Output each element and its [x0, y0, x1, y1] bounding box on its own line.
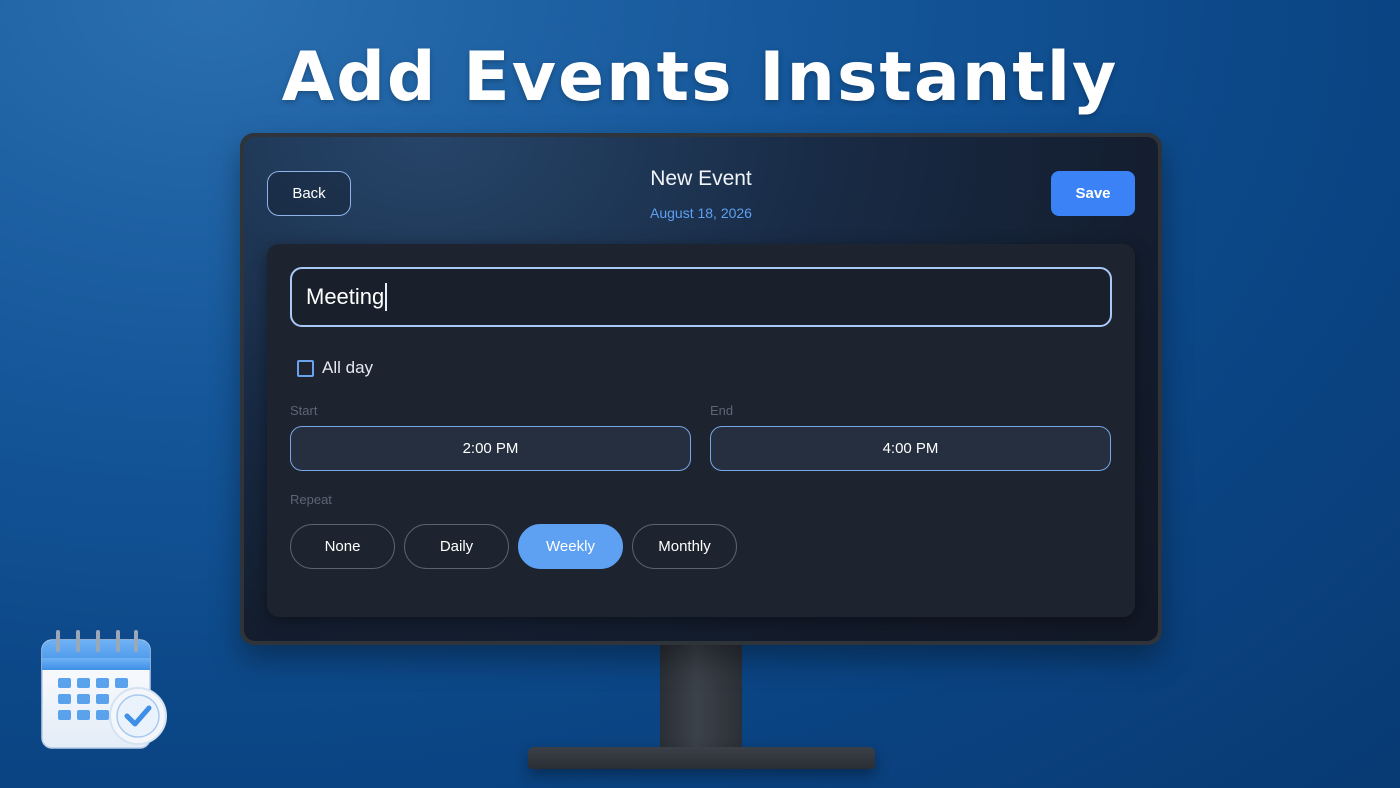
event-title-input[interactable]: Meeting	[290, 267, 1112, 327]
repeat-option-daily[interactable]: Daily	[404, 524, 509, 569]
all-day-checkbox[interactable]	[297, 359, 314, 377]
all-day-toggle[interactable]: All day	[297, 358, 373, 378]
text-caret	[385, 283, 388, 311]
repeat-option-none[interactable]: None	[290, 524, 395, 569]
repeat-option-monthly[interactable]: Monthly	[632, 524, 737, 569]
save-button[interactable]: Save	[1051, 171, 1135, 216]
repeat-options: None Daily Weekly Monthly	[290, 524, 737, 569]
end-label: End	[710, 403, 734, 418]
event-date: August 18, 2026	[650, 205, 752, 221]
monitor-stand-neck	[660, 640, 742, 758]
start-time-button[interactable]: 2:00 PM	[290, 426, 691, 471]
monitor-stand-base	[528, 747, 875, 769]
start-label: Start	[290, 403, 318, 418]
monitor-frame: Back New Event August 18, 2026 Save Meet…	[240, 133, 1162, 645]
page-title: New Event	[650, 167, 752, 190]
end-time-button[interactable]: 4:00 PM	[710, 426, 1111, 471]
monitor-screen: Back New Event August 18, 2026 Save Meet…	[244, 137, 1158, 641]
event-form-card: Meeting All day Start End 2:00 PM 4:00 P…	[267, 244, 1135, 617]
repeat-option-weekly[interactable]: Weekly	[518, 524, 623, 569]
all-day-label: All day	[322, 358, 374, 377]
event-title-value: Meeting	[306, 284, 385, 309]
headline: Add Events Instantly	[281, 38, 1119, 117]
header-title-block: New Event August 18, 2026	[244, 167, 1158, 221]
repeat-label: Repeat	[290, 492, 332, 507]
calendar-check-icon	[41, 630, 167, 749]
